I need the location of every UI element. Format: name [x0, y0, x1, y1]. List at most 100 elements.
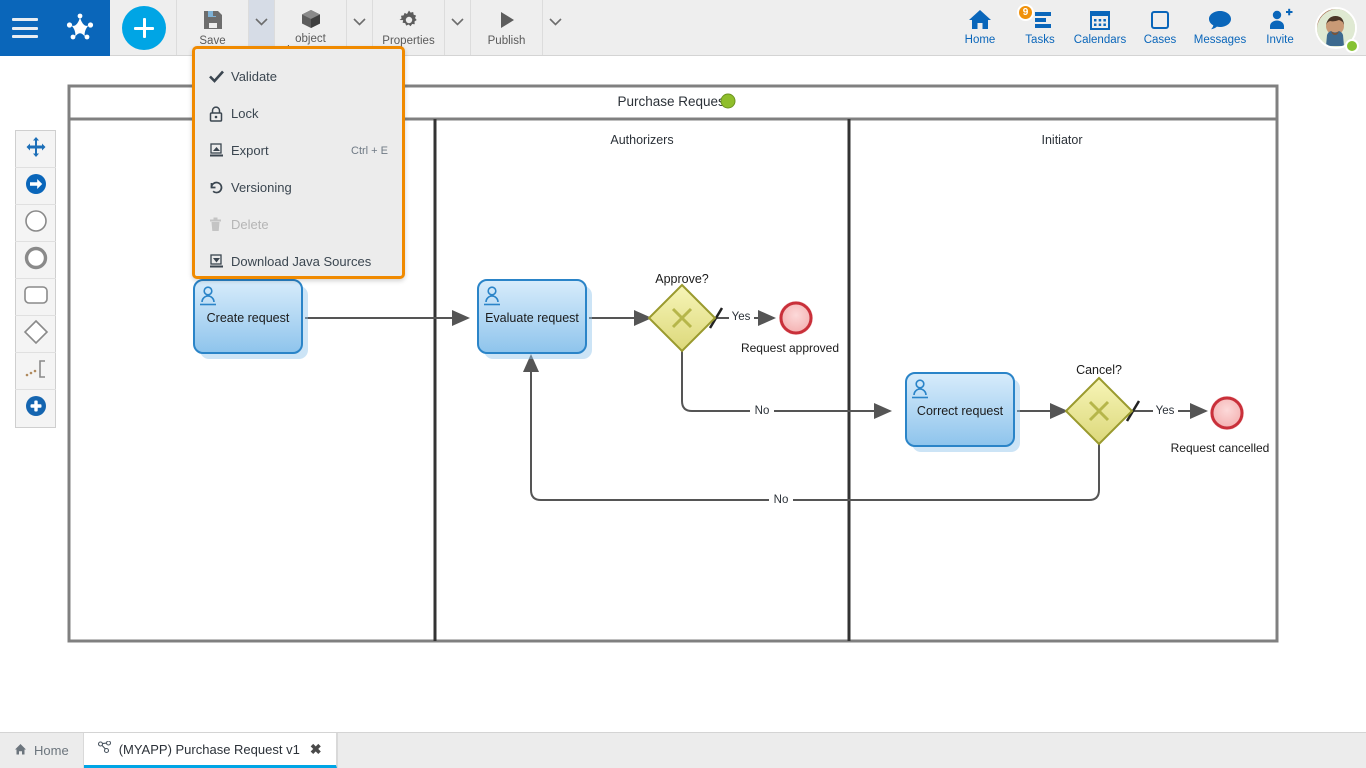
flow-label-cancel-yes: Yes — [1156, 405, 1175, 417]
palette-item-end-event[interactable] — [15, 242, 56, 279]
tasks-badge: 9 — [1017, 4, 1034, 21]
tab-home[interactable]: Home — [0, 733, 84, 768]
menu-item-validate[interactable]: Validate — [195, 58, 402, 95]
menu-item-validate-label: Validate — [231, 69, 278, 84]
task-list-icon: 9 — [1017, 4, 1053, 33]
circle-thick-icon — [24, 246, 48, 275]
process-icon — [97, 740, 112, 757]
palette-item-annotation[interactable] — [15, 353, 56, 390]
end-circle-2[interactable] — [1210, 396, 1244, 430]
add-new-button[interactable] — [122, 6, 166, 50]
palette-item-start-event[interactable] — [15, 205, 56, 242]
check-icon — [209, 70, 231, 83]
arrow-right-circle-icon — [25, 173, 47, 200]
tab-purchase-request-label: (MYAPP) Purchase Request v1 — [118, 741, 300, 757]
export-icon — [209, 143, 231, 158]
end-event-label-2: Request cancelled — [1171, 441, 1270, 455]
nav-home[interactable]: Home — [950, 0, 1010, 55]
user-plus-icon — [1267, 7, 1293, 33]
cube-icon — [300, 8, 322, 30]
publish-dropdown-caret[interactable] — [542, 0, 568, 55]
nav-home-label: Home — [964, 34, 996, 46]
palette-item-pan[interactable] — [15, 131, 56, 168]
close-icon[interactable]: ✖ — [310, 741, 322, 758]
save-dropdown-menu[interactable]: Validate Lock Export Ctrl + E Versioning… — [192, 46, 405, 279]
nav-cases-label: Cases — [1143, 34, 1177, 46]
brand-zone — [0, 0, 110, 56]
lane-label-authorizers: Authorizers — [610, 133, 673, 147]
menu-item-download-java-sources[interactable]: Download Java Sources — [195, 243, 402, 280]
end-event-label-1: Request approved — [741, 341, 839, 355]
square-icon — [1148, 7, 1172, 33]
menu-item-lock[interactable]: Lock — [195, 95, 402, 132]
nav-messages-label: Messages — [1193, 34, 1247, 46]
palette-item-add-element[interactable] — [15, 390, 56, 427]
tab-bar-filler — [336, 733, 1366, 768]
lane-label-initiator: Initiator — [1042, 133, 1083, 147]
gear-icon — [398, 8, 420, 32]
flow-label-approve-yes: Yes — [732, 311, 751, 323]
menu-item-export-label: Export — [231, 143, 269, 158]
bottom-tab-bar: Home (MYAPP) Purchase Request v1 ✖ — [0, 732, 1366, 768]
task-label-1: Create request — [207, 311, 290, 325]
menu-item-versioning-label: Versioning — [231, 180, 292, 195]
circle-thin-icon — [24, 209, 48, 238]
menu-item-delete: Delete — [195, 206, 402, 243]
play-triangle-icon — [496, 8, 518, 32]
task-label-3: Correct request — [917, 404, 1004, 418]
nav-tasks-label: Tasks — [1025, 34, 1055, 46]
palette-item-gateway[interactable] — [15, 316, 56, 353]
nav-invite[interactable]: Invite — [1250, 0, 1310, 55]
global-nav-group: Home 9 Tasks Calendars Cases Messages In… — [950, 0, 1366, 55]
pool-status-dot — [720, 93, 736, 109]
tab-home-label: Home — [34, 743, 69, 758]
menu-item-export-shortcut: Ctrl + E — [351, 144, 388, 157]
application-window: Save object inspector — [0, 0, 1366, 768]
menu-item-export[interactable]: Export Ctrl + E — [195, 132, 402, 169]
nav-tasks[interactable]: 9 Tasks — [1010, 0, 1070, 55]
menu-item-delete-label: Delete — [231, 217, 269, 232]
menu-item-versioning[interactable]: Versioning — [195, 169, 402, 206]
palette-item-task[interactable] — [15, 279, 56, 316]
task-evaluate-request[interactable]: Evaluate request — [477, 279, 592, 359]
avatar[interactable] — [1310, 0, 1362, 55]
annotation-icon — [23, 358, 49, 385]
nav-calendars-label: Calendars — [1073, 34, 1127, 46]
task-correct-request[interactable]: Correct request — [905, 372, 1020, 452]
nav-messages[interactable]: Messages — [1190, 0, 1250, 55]
properties-dropdown-caret[interactable] — [444, 0, 470, 55]
publish-button-label: Publish — [487, 35, 526, 47]
online-status-indicator — [1345, 39, 1359, 53]
gateway-label-cancel: Cancel? — [1076, 363, 1122, 377]
calendar-icon — [1088, 7, 1112, 33]
rounded-rect-icon — [23, 285, 49, 310]
menu-item-download-java-sources-label: Download Java Sources — [231, 254, 372, 269]
chat-bubble-icon — [1207, 7, 1233, 33]
pool-title: Purchase Request — [617, 94, 728, 109]
nav-calendars[interactable]: Calendars — [1070, 0, 1130, 55]
publish-button[interactable]: Publish — [470, 0, 542, 55]
plus-circle-icon — [25, 395, 47, 422]
diamond-icon — [23, 319, 49, 350]
palette-item-sequence-flow[interactable] — [15, 168, 56, 205]
house-small-icon — [14, 743, 27, 759]
end-circle-1[interactable] — [779, 301, 813, 335]
bizagi-logo-icon[interactable] — [62, 10, 98, 46]
hamburger-menu-icon[interactable] — [12, 18, 38, 38]
tab-purchase-request[interactable]: (MYAPP) Purchase Request v1 ✖ — [83, 733, 337, 768]
shape-palette — [15, 130, 56, 428]
flow-label-approve-no: No — [755, 405, 770, 417]
task-create-request[interactable]: Create request — [193, 279, 308, 359]
task-label-2: Evaluate request — [485, 311, 579, 325]
trash-icon — [209, 217, 231, 232]
menu-item-lock-label: Lock — [231, 106, 259, 121]
move-cross-icon — [25, 136, 47, 163]
history-icon — [209, 180, 231, 195]
floppy-disk-icon — [202, 8, 224, 32]
download-icon — [209, 254, 231, 269]
nav-cases[interactable]: Cases — [1130, 0, 1190, 55]
nav-invite-label: Invite — [1266, 34, 1294, 46]
house-icon — [967, 7, 993, 33]
flow-label-cancel-no: No — [774, 494, 789, 506]
